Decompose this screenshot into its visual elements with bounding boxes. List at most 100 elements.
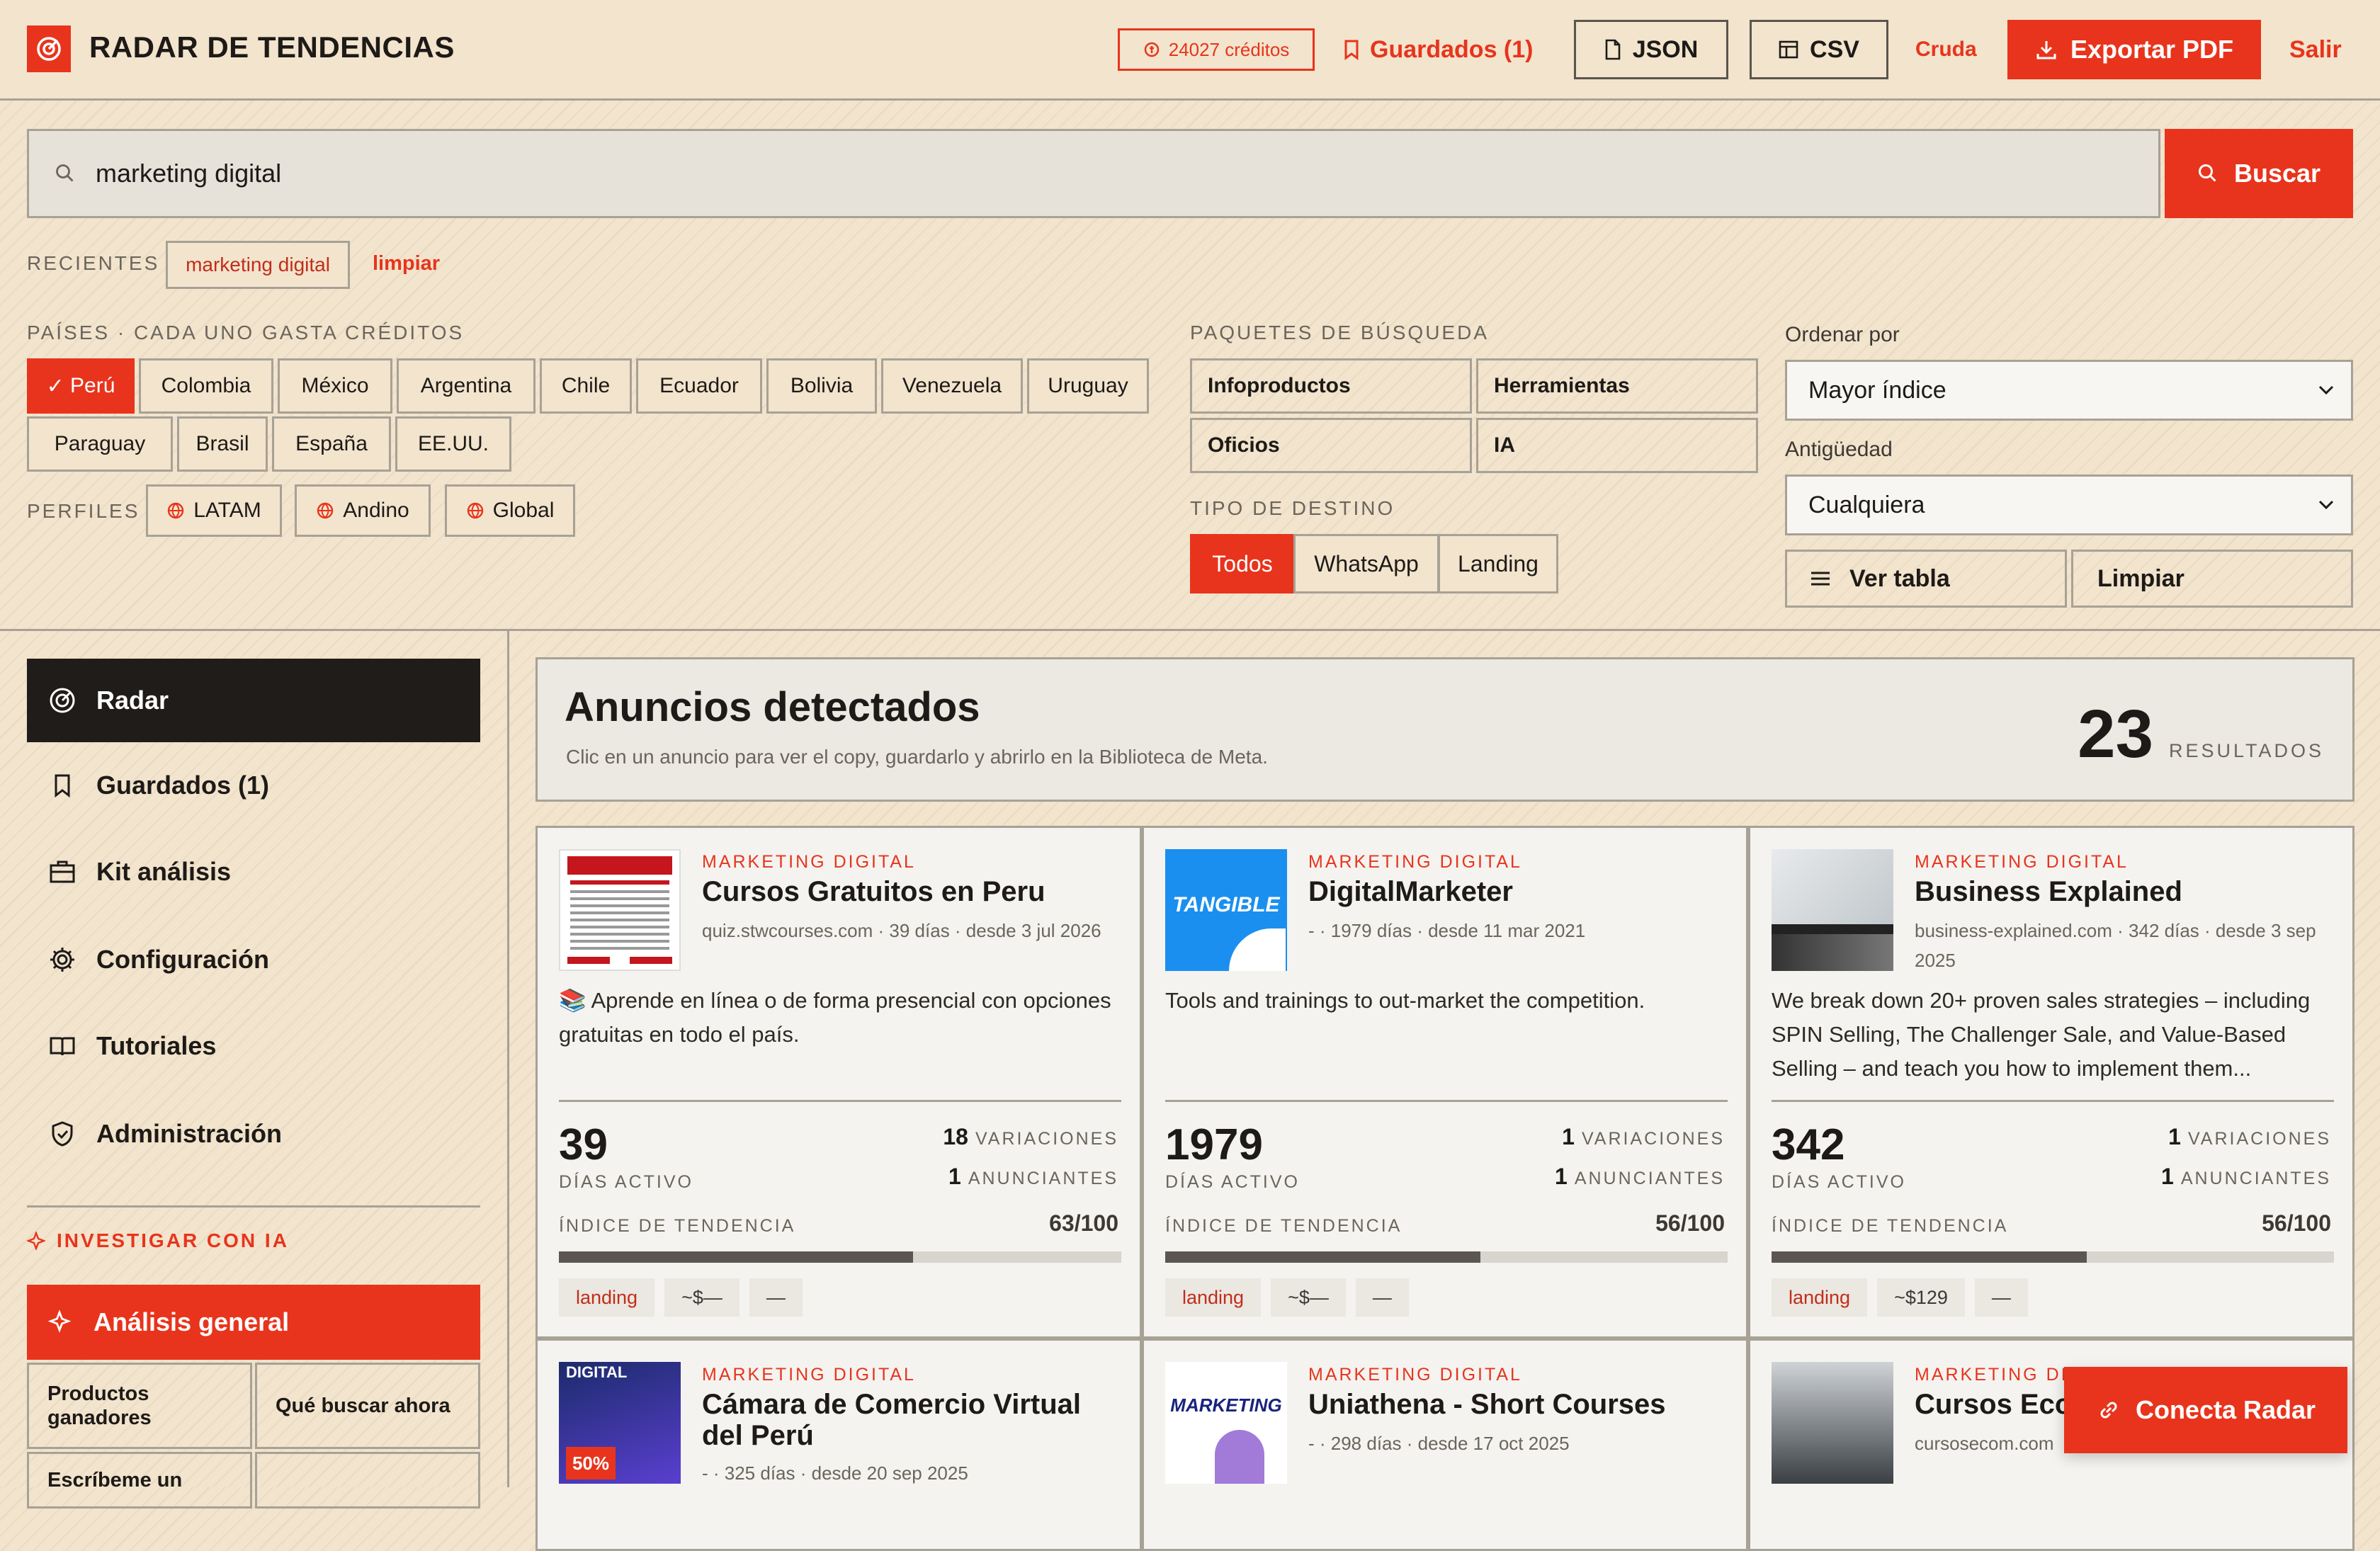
- view-table-button[interactable]: Ver tabla: [1785, 550, 2067, 608]
- package-button[interactable]: Herramientas: [1476, 358, 1758, 414]
- search-button[interactable]: Buscar: [2165, 129, 2353, 218]
- ai-option-button[interactable]: [255, 1452, 480, 1509]
- days-active-value: 1979: [1165, 1120, 1263, 1169]
- profile-chip-andino[interactable]: Andino: [295, 484, 431, 537]
- gear-icon: [48, 945, 76, 974]
- saved-button[interactable]: Guardados (1): [1343, 28, 1533, 71]
- country-chip[interactable]: Paraguay: [27, 416, 173, 472]
- package-button[interactable]: IA: [1476, 418, 1758, 473]
- country-chip-peru[interactable]: ✓ Perú: [27, 358, 135, 414]
- sparkle-icon: [48, 1309, 74, 1335]
- connect-radar-button[interactable]: Conecta Radar: [2064, 1367, 2347, 1453]
- bookmark-icon: [1343, 39, 1360, 60]
- destination-whatsapp[interactable]: WhatsApp: [1293, 534, 1439, 593]
- ai-winning-products-button[interactable]: Productos ganadores: [27, 1363, 252, 1449]
- sidebar-item-admin[interactable]: Administración: [27, 1092, 480, 1176]
- country-chip[interactable]: México: [278, 358, 392, 414]
- ai-write-me-button[interactable]: Escríbeme un: [27, 1452, 252, 1509]
- trend-index-label: ÍNDICE DE TENDENCIA: [1165, 1216, 1402, 1236]
- globe-icon: [466, 501, 484, 520]
- sort-select[interactable]: Mayor índice: [1785, 360, 2353, 421]
- age-select[interactable]: Cualquiera: [1785, 475, 2353, 535]
- profile-chip-latam[interactable]: LATAM: [146, 484, 282, 537]
- file-icon: [1604, 39, 1621, 60]
- trend-index-bar: [1165, 1251, 1728, 1263]
- sidebar-item-radar[interactable]: Radar: [27, 659, 480, 742]
- tag: landing: [559, 1278, 655, 1317]
- logout-button[interactable]: Salir: [2289, 30, 2342, 69]
- country-chip[interactable]: España: [272, 416, 391, 472]
- trend-index-bar: [559, 1251, 1121, 1263]
- trend-index-label: ÍNDICE DE TENDENCIA: [559, 1216, 796, 1236]
- export-pdf-button[interactable]: Exportar PDF: [2007, 20, 2261, 79]
- package-button[interactable]: Infoproductos: [1190, 358, 1472, 414]
- ad-card[interactable]: MARKETING DIGITAL Cursos Gratuitos en Pe…: [536, 826, 1142, 1339]
- ad-thumbnail: DIGITAL 50%: [559, 1362, 681, 1484]
- ad-title: DigitalMarketer: [1308, 876, 1513, 907]
- variations: 18 VARIACIONES: [943, 1124, 1118, 1149]
- ad-title: Business Explained: [1915, 876, 2182, 907]
- country-chip[interactable]: Ecuador: [636, 358, 762, 414]
- clear-recent-link[interactable]: limpiar: [373, 252, 440, 275]
- csv-button[interactable]: CSV: [1750, 20, 1888, 79]
- countries-label: PAÍSES · CADA UNO GASTA CRÉDITOS: [27, 322, 465, 343]
- country-chip[interactable]: Argentina: [397, 358, 536, 414]
- json-button[interactable]: JSON: [1574, 20, 1728, 79]
- radar-icon: [48, 686, 76, 715]
- destination-todos[interactable]: Todos: [1190, 534, 1295, 593]
- divider: [559, 1100, 1121, 1102]
- ai-general-analysis-button[interactable]: Análisis general: [27, 1285, 480, 1360]
- trend-index-fill: [559, 1251, 914, 1263]
- ad-title: Cursos Gratuitos en Peru: [702, 876, 1046, 907]
- chevron-down-icon: [2318, 385, 2334, 395]
- days-active-label: DÍAS ACTIVO: [1165, 1172, 1300, 1192]
- tag: —: [1355, 1278, 1409, 1317]
- tag: —: [1974, 1278, 2028, 1317]
- country-chip[interactable]: Bolivia: [766, 358, 877, 414]
- package-button[interactable]: Oficios: [1190, 418, 1472, 473]
- country-chip[interactable]: EE.UU.: [395, 416, 511, 472]
- clear-filters-button[interactable]: Limpiar: [2071, 550, 2353, 608]
- divider: [0, 629, 2380, 631]
- country-chip[interactable]: Colombia: [139, 358, 273, 414]
- sidebar-item-settings[interactable]: Configuración: [27, 918, 480, 1001]
- search-icon: [55, 163, 76, 184]
- search-input[interactable]: [96, 159, 2079, 188]
- search-box[interactable]: [27, 129, 2160, 218]
- ad-thumbnail: [1772, 849, 1893, 971]
- ai-what-to-search-button[interactable]: Qué buscar ahora: [255, 1363, 480, 1449]
- book-icon: [48, 1032, 76, 1060]
- ai-section-label: INVESTIGAR CON IA: [27, 1229, 289, 1252]
- trend-index-fill: [1165, 1251, 1480, 1263]
- sidebar-item-tutorials[interactable]: Tutoriales: [27, 1004, 480, 1088]
- ad-title: Uniathena - Short Courses: [1308, 1389, 1666, 1420]
- ad-tags: landing ~$— —: [1165, 1278, 1409, 1317]
- ad-category: MARKETING DIGITAL: [1308, 852, 1522, 872]
- tag: ~$—: [664, 1278, 740, 1317]
- tag: landing: [1772, 1278, 1868, 1317]
- credits-badge: 24027 créditos: [1118, 28, 1315, 71]
- raw-button[interactable]: Cruda: [1915, 30, 1977, 69]
- destination-landing[interactable]: Landing: [1438, 534, 1558, 593]
- country-chip[interactable]: Uruguay: [1027, 358, 1149, 414]
- tag: —: [749, 1278, 803, 1317]
- days-active-label: DÍAS ACTIVO: [559, 1172, 693, 1192]
- ad-card[interactable]: TANGIBLE MARKETING DIGITAL DigitalMarket…: [1142, 826, 1748, 1339]
- radar-logo-icon: [27, 25, 71, 72]
- ad-category: MARKETING DIGITAL: [702, 1365, 916, 1385]
- destination-label: TIPO DE DESTINO: [1190, 497, 1395, 519]
- profile-chip-global[interactable]: Global: [445, 484, 575, 537]
- ad-card[interactable]: MARKETING MARKETING DIGITAL Uniathena - …: [1142, 1339, 1748, 1551]
- sidebar-item-saved[interactable]: Guardados (1): [27, 744, 480, 827]
- table-icon: [1779, 40, 1798, 59]
- country-chip[interactable]: Venezuela: [881, 358, 1023, 414]
- country-chip[interactable]: Chile: [540, 358, 632, 414]
- ad-card[interactable]: MARKETING DIGITAL Business Explained bus…: [1748, 826, 2354, 1339]
- sidebar-item-kit[interactable]: Kit análisis: [27, 830, 480, 914]
- trend-index-bar: [1772, 1251, 2334, 1263]
- ad-category: MARKETING DIG: [1915, 1365, 2085, 1385]
- top-bar: RADAR DE TENDENCIAS 24027 créditos Guard…: [0, 0, 2380, 101]
- recent-chip[interactable]: marketing digital: [166, 241, 350, 289]
- country-chip[interactable]: Brasil: [177, 416, 268, 472]
- ad-card[interactable]: DIGITAL 50% MARKETING DIGITAL Cámara de …: [536, 1339, 1142, 1551]
